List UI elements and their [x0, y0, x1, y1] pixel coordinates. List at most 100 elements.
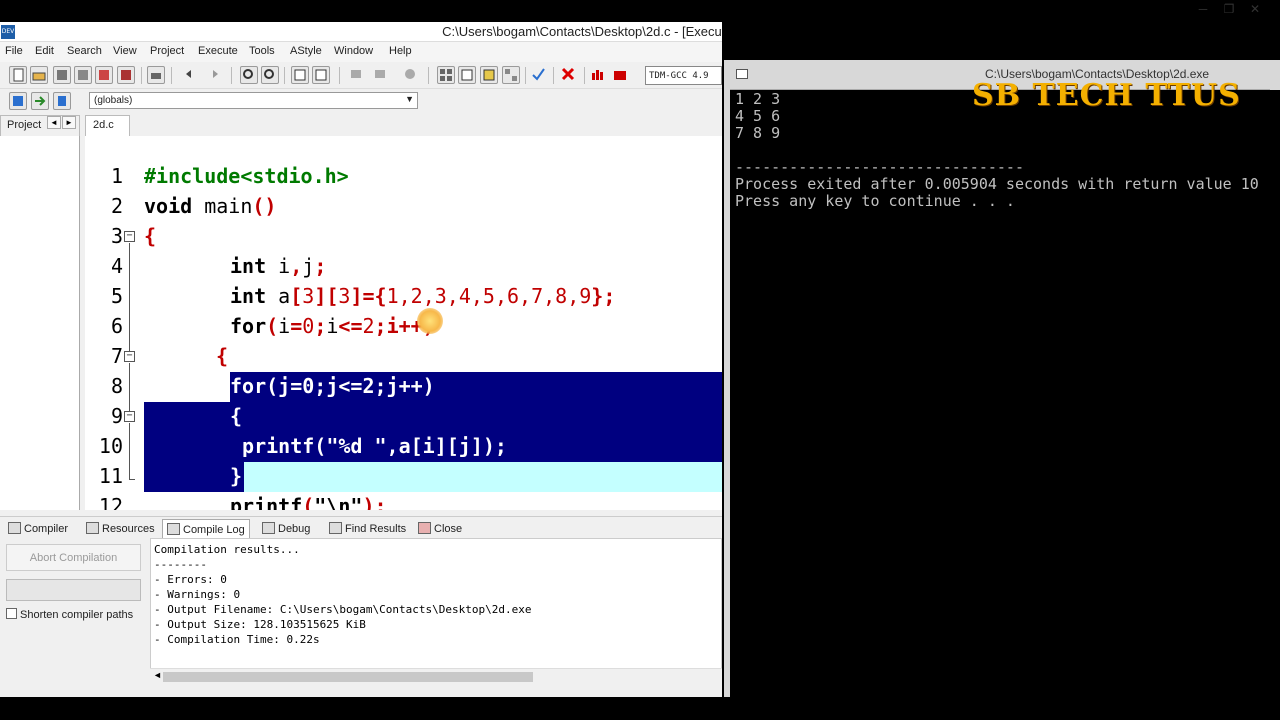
tab-resources[interactable]: Resources: [82, 519, 159, 539]
code-line-12: printf("\n");: [230, 494, 387, 510]
menu-window[interactable]: Window: [334, 45, 373, 57]
tab-file[interactable]: 2d.c: [85, 115, 130, 136]
indent-right-icon[interactable]: [372, 66, 390, 84]
scope-select[interactable]: (globals) ▼: [89, 92, 418, 109]
minimize-button[interactable]: ─: [1190, 2, 1216, 16]
abort-compilation-button[interactable]: Abort Compilation: [6, 544, 141, 571]
profile-chart-icon[interactable]: [590, 66, 608, 84]
class-browser-icon[interactable]: [480, 66, 498, 84]
save-all-icon[interactable]: [74, 66, 92, 84]
shorten-paths-option[interactable]: Shorten compiler paths: [6, 608, 133, 621]
menu-tools[interactable]: Tools: [249, 45, 275, 57]
code-token: for(j=0;j<=2;j++): [230, 374, 435, 398]
menu-project[interactable]: Project: [150, 45, 184, 57]
code-token: <=: [338, 314, 363, 338]
code-token: };: [591, 284, 616, 308]
log-line: - Warnings: 0: [154, 588, 241, 601]
line-number: 1: [110, 164, 123, 188]
code-line-7: {: [216, 344, 228, 368]
menu-file[interactable]: File: [5, 45, 23, 57]
tab-close[interactable]: Close: [414, 519, 466, 539]
code-token: ,: [290, 254, 303, 278]
log-line: - Errors: 0: [154, 573, 227, 586]
project-pane[interactable]: [0, 136, 80, 510]
scrollbar-thumb[interactable]: [163, 672, 533, 682]
log-scrollbar[interactable]: ◄: [150, 668, 722, 684]
toggle-comment-icon[interactable]: [402, 66, 420, 84]
layout-icon[interactable]: [502, 66, 520, 84]
chevron-left-icon[interactable]: ◄: [153, 670, 162, 680]
chevron-left-icon[interactable]: ◄: [47, 116, 61, 129]
console-scrollbar[interactable]: [1270, 60, 1280, 90]
goto-line-icon[interactable]: [291, 66, 309, 84]
menu-astyle[interactable]: AStyle: [290, 45, 322, 57]
tab-compile-log[interactable]: Compile Log: [162, 519, 250, 539]
fullscreen-icon[interactable]: [458, 66, 476, 84]
bookmark-icon[interactable]: [312, 66, 330, 84]
toolbar-separator: [553, 67, 554, 84]
line-number: 4: [110, 254, 123, 278]
replace-icon[interactable]: [261, 66, 279, 84]
restore-button[interactable]: ❐: [1216, 2, 1242, 16]
compile-log[interactable]: Compilation results... -------- - Errors…: [150, 538, 722, 682]
tab-debug[interactable]: Debug: [258, 519, 314, 539]
code-token: (: [302, 494, 315, 510]
code-token: 3: [302, 284, 315, 308]
console-line: Press any key to continue . . .: [735, 192, 1015, 210]
check-syntax-icon[interactable]: [530, 66, 548, 84]
menu-edit[interactable]: Edit: [35, 45, 54, 57]
fold-minus-icon[interactable]: −: [124, 231, 135, 242]
insert-icon[interactable]: [9, 92, 27, 110]
code-token: );: [362, 494, 387, 510]
log-line: --------: [154, 558, 207, 571]
save-icon[interactable]: [53, 66, 71, 84]
goto-declaration-icon[interactable]: [31, 92, 49, 110]
bottom-tabs: Compiler Resources Compile Log Debug Fin…: [0, 516, 722, 539]
menu-view[interactable]: View: [113, 45, 137, 57]
close-file-icon[interactable]: [95, 66, 113, 84]
stop-execution-icon[interactable]: [560, 66, 578, 84]
tab-compiler[interactable]: Compiler: [4, 519, 72, 539]
tab-find-results[interactable]: Find Results: [325, 519, 410, 539]
code-token: a: [266, 284, 291, 308]
menu-execute[interactable]: Execute: [198, 45, 238, 57]
menu-help[interactable]: Help: [389, 45, 412, 57]
code-token: i: [326, 314, 339, 338]
code-line-9: {: [230, 404, 242, 428]
console-line: Process exited after 0.005904 seconds wi…: [735, 175, 1259, 193]
redo-icon[interactable]: [205, 66, 223, 84]
line-number: 9: [110, 404, 123, 428]
fold-minus-icon[interactable]: −: [124, 351, 135, 362]
code-token: 0: [302, 314, 315, 338]
checkbox[interactable]: [6, 608, 17, 619]
code-line-10: printf("%d ",a[i][j]);: [230, 434, 507, 458]
code-line-6: for(i=0;i<=2;i++): [230, 314, 435, 338]
console-line: 7 8 9: [735, 124, 781, 142]
goto-definition-icon[interactable]: [53, 92, 71, 110]
find-icon[interactable]: [240, 66, 258, 84]
new-file-icon[interactable]: [9, 66, 27, 84]
close-button[interactable]: ✕: [1242, 2, 1268, 16]
line-number: 5: [110, 284, 123, 308]
chevron-right-icon[interactable]: ►: [62, 116, 76, 129]
close-all-icon[interactable]: [117, 66, 135, 84]
menu-search[interactable]: Search: [67, 45, 102, 57]
line-number: 8: [110, 374, 123, 398]
indent-left-icon[interactable]: [348, 66, 366, 84]
open-file-icon[interactable]: [30, 66, 48, 84]
toolbar-separator: [339, 67, 340, 84]
print-icon[interactable]: [147, 66, 165, 84]
log-line: - Compilation Time: 0.22s: [154, 633, 320, 646]
project-manager-icon[interactable]: [437, 66, 455, 84]
compile-controls: Abort Compilation Shorten compiler paths: [0, 538, 148, 697]
delete-profile-icon[interactable]: [612, 66, 630, 84]
console-window[interactable]: C:\Users\bogam\Contacts\Desktop\2d.exe 1…: [724, 60, 1280, 697]
code-line-11: }: [230, 464, 242, 488]
letterbox-top: [0, 0, 1280, 22]
compiler-select[interactable]: TDM-GCC 4.9: [645, 66, 722, 85]
code-editor[interactable]: 1 2 3 4 5 6 7 8 9 10 11 12 − − − #includ…: [85, 136, 722, 510]
fold-minus-icon[interactable]: −: [124, 411, 135, 422]
line-number: 10: [98, 434, 123, 458]
window-title: C:\Users\bogam\Contacts\Desktop\2d.c - […: [442, 24, 722, 39]
undo-icon[interactable]: [183, 66, 201, 84]
